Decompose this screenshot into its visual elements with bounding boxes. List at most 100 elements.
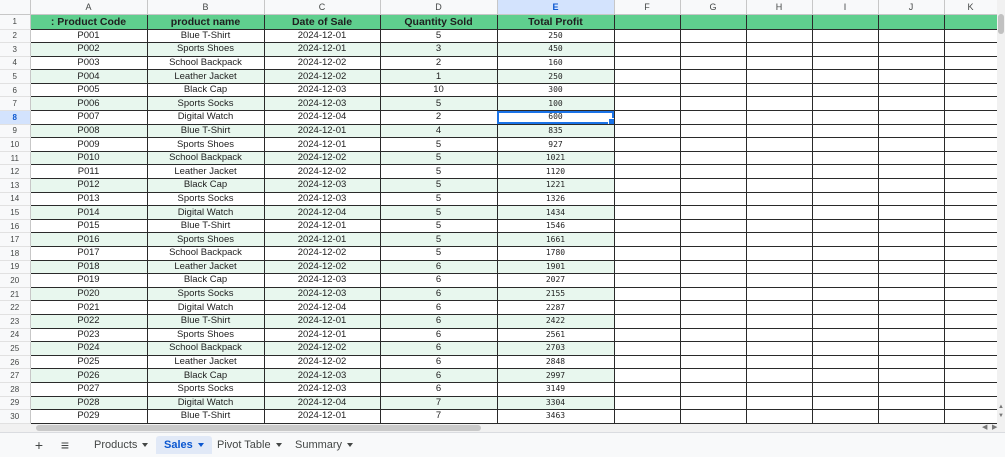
column-header-k[interactable]: K xyxy=(944,0,997,15)
empty-cell[interactable] xyxy=(614,69,681,84)
empty-cell[interactable] xyxy=(680,69,747,84)
table-cell[interactable]: 2024-12-01 xyxy=(264,314,381,329)
table-cell[interactable]: 6 xyxy=(380,287,498,302)
empty-cell[interactable] xyxy=(614,96,681,112)
empty-cell[interactable] xyxy=(746,396,813,411)
empty-cell[interactable] xyxy=(746,314,813,329)
row-header-27[interactable]: 27 xyxy=(0,368,31,383)
empty-cell[interactable] xyxy=(944,396,997,411)
table-cell[interactable]: 6 xyxy=(380,355,498,370)
table-cell[interactable]: 2024-12-03 xyxy=(264,382,381,397)
column-header-i[interactable]: I xyxy=(812,0,879,15)
empty-cell[interactable] xyxy=(878,409,945,424)
table-cell[interactable]: 2024-12-02 xyxy=(264,151,381,166)
table-cell[interactable]: P012 xyxy=(30,178,148,193)
header-cell[interactable]: Quantity Sold xyxy=(380,14,498,30)
empty-cell[interactable] xyxy=(944,137,997,152)
empty-cell[interactable] xyxy=(614,178,681,193)
empty-cell[interactable] xyxy=(746,219,813,234)
empty-cell[interactable] xyxy=(680,110,747,125)
empty-cell[interactable] xyxy=(680,341,747,356)
empty-cell[interactable] xyxy=(746,246,813,261)
table-cell[interactable]: 7 xyxy=(380,396,498,411)
empty-cell[interactable] xyxy=(746,382,813,397)
table-cell[interactable]: 2703 xyxy=(497,341,615,356)
empty-cell[interactable] xyxy=(614,205,681,220)
empty-cell[interactable] xyxy=(944,341,997,356)
table-cell[interactable]: 3 xyxy=(380,42,498,57)
empty-cell[interactable] xyxy=(878,396,945,411)
empty-cell[interactable] xyxy=(812,260,879,275)
table-cell[interactable]: Blue T-Shirt xyxy=(147,124,265,139)
empty-cell[interactable] xyxy=(944,409,997,424)
empty-cell[interactable] xyxy=(944,42,997,57)
table-cell[interactable]: 2024-12-01 xyxy=(264,328,381,343)
empty-cell[interactable] xyxy=(614,382,681,397)
empty-cell[interactable] xyxy=(944,246,997,261)
empty-cell[interactable] xyxy=(944,355,997,370)
table-cell[interactable]: P006 xyxy=(30,96,148,112)
empty-cell[interactable] xyxy=(944,232,997,247)
row-header-5[interactable]: 5 xyxy=(0,69,31,84)
empty-cell[interactable] xyxy=(878,96,945,112)
empty-cell[interactable] xyxy=(812,42,879,57)
table-cell[interactable]: 7 xyxy=(380,409,498,424)
row-header-26[interactable]: 26 xyxy=(0,355,31,370)
empty-cell[interactable] xyxy=(746,137,813,152)
row-header-11[interactable]: 11 xyxy=(0,151,31,166)
column-header-j[interactable]: J xyxy=(878,0,945,15)
empty-cell[interactable] xyxy=(812,96,879,112)
table-cell[interactable]: School Backpack xyxy=(147,151,265,166)
empty-cell[interactable] xyxy=(944,219,997,234)
empty-cell[interactable] xyxy=(680,219,747,234)
table-cell[interactable]: 5 xyxy=(380,96,498,112)
table-cell[interactable]: 5 xyxy=(380,164,498,180)
empty-cell[interactable] xyxy=(680,164,747,180)
table-cell[interactable]: 2024-12-03 xyxy=(264,368,381,383)
row-header-6[interactable]: 6 xyxy=(0,83,31,98)
table-cell[interactable]: 5 xyxy=(380,29,498,44)
table-cell[interactable]: Blue T-Shirt xyxy=(147,409,265,424)
column-header-c[interactable]: C xyxy=(264,0,381,15)
table-cell[interactable]: Leather Jacket xyxy=(147,164,265,180)
empty-cell[interactable] xyxy=(878,232,945,247)
empty-cell[interactable] xyxy=(680,137,747,152)
empty-cell[interactable] xyxy=(614,137,681,152)
table-cell[interactable]: 2997 xyxy=(497,368,615,383)
empty-cell[interactable] xyxy=(680,382,747,397)
table-cell[interactable]: 250 xyxy=(497,29,615,44)
table-cell[interactable]: School Backpack xyxy=(147,56,265,71)
table-cell[interactable]: 2024-12-03 xyxy=(264,96,381,112)
table-cell[interactable]: 1326 xyxy=(497,192,615,207)
empty-cell[interactable] xyxy=(812,232,879,247)
empty-cell[interactable] xyxy=(944,110,997,125)
table-cell[interactable]: 5 xyxy=(380,205,498,220)
column-header-a[interactable]: A xyxy=(30,0,148,15)
tab-pivot-table[interactable]: Pivot Table xyxy=(209,436,290,454)
empty-cell[interactable] xyxy=(944,164,997,180)
empty-cell[interactable] xyxy=(614,368,681,383)
empty-cell[interactable] xyxy=(680,192,747,207)
empty-cell[interactable] xyxy=(746,341,813,356)
table-cell[interactable]: 2024-12-02 xyxy=(264,246,381,261)
empty-cell[interactable] xyxy=(812,246,879,261)
empty-cell[interactable] xyxy=(878,124,945,139)
table-cell[interactable]: Blue T-Shirt xyxy=(147,29,265,44)
table-cell[interactable]: 2024-12-01 xyxy=(264,42,381,57)
empty-cell[interactable] xyxy=(944,83,997,98)
empty-cell[interactable] xyxy=(812,382,879,397)
table-cell[interactable]: 6 xyxy=(380,273,498,288)
empty-cell[interactable] xyxy=(680,260,747,275)
empty-cell[interactable] xyxy=(812,396,879,411)
empty-cell[interactable] xyxy=(878,56,945,71)
empty-cell[interactable] xyxy=(680,83,747,98)
empty-cell[interactable] xyxy=(746,273,813,288)
empty-cell[interactable] xyxy=(680,124,747,139)
empty-cell[interactable] xyxy=(812,409,879,424)
table-cell[interactable]: P018 xyxy=(30,260,148,275)
scroll-down-icon[interactable]: ▼ xyxy=(998,413,1004,419)
empty-cell[interactable] xyxy=(944,273,997,288)
empty-cell[interactable] xyxy=(614,192,681,207)
table-cell[interactable]: P017 xyxy=(30,246,148,261)
row-header-14[interactable]: 14 xyxy=(0,192,31,207)
